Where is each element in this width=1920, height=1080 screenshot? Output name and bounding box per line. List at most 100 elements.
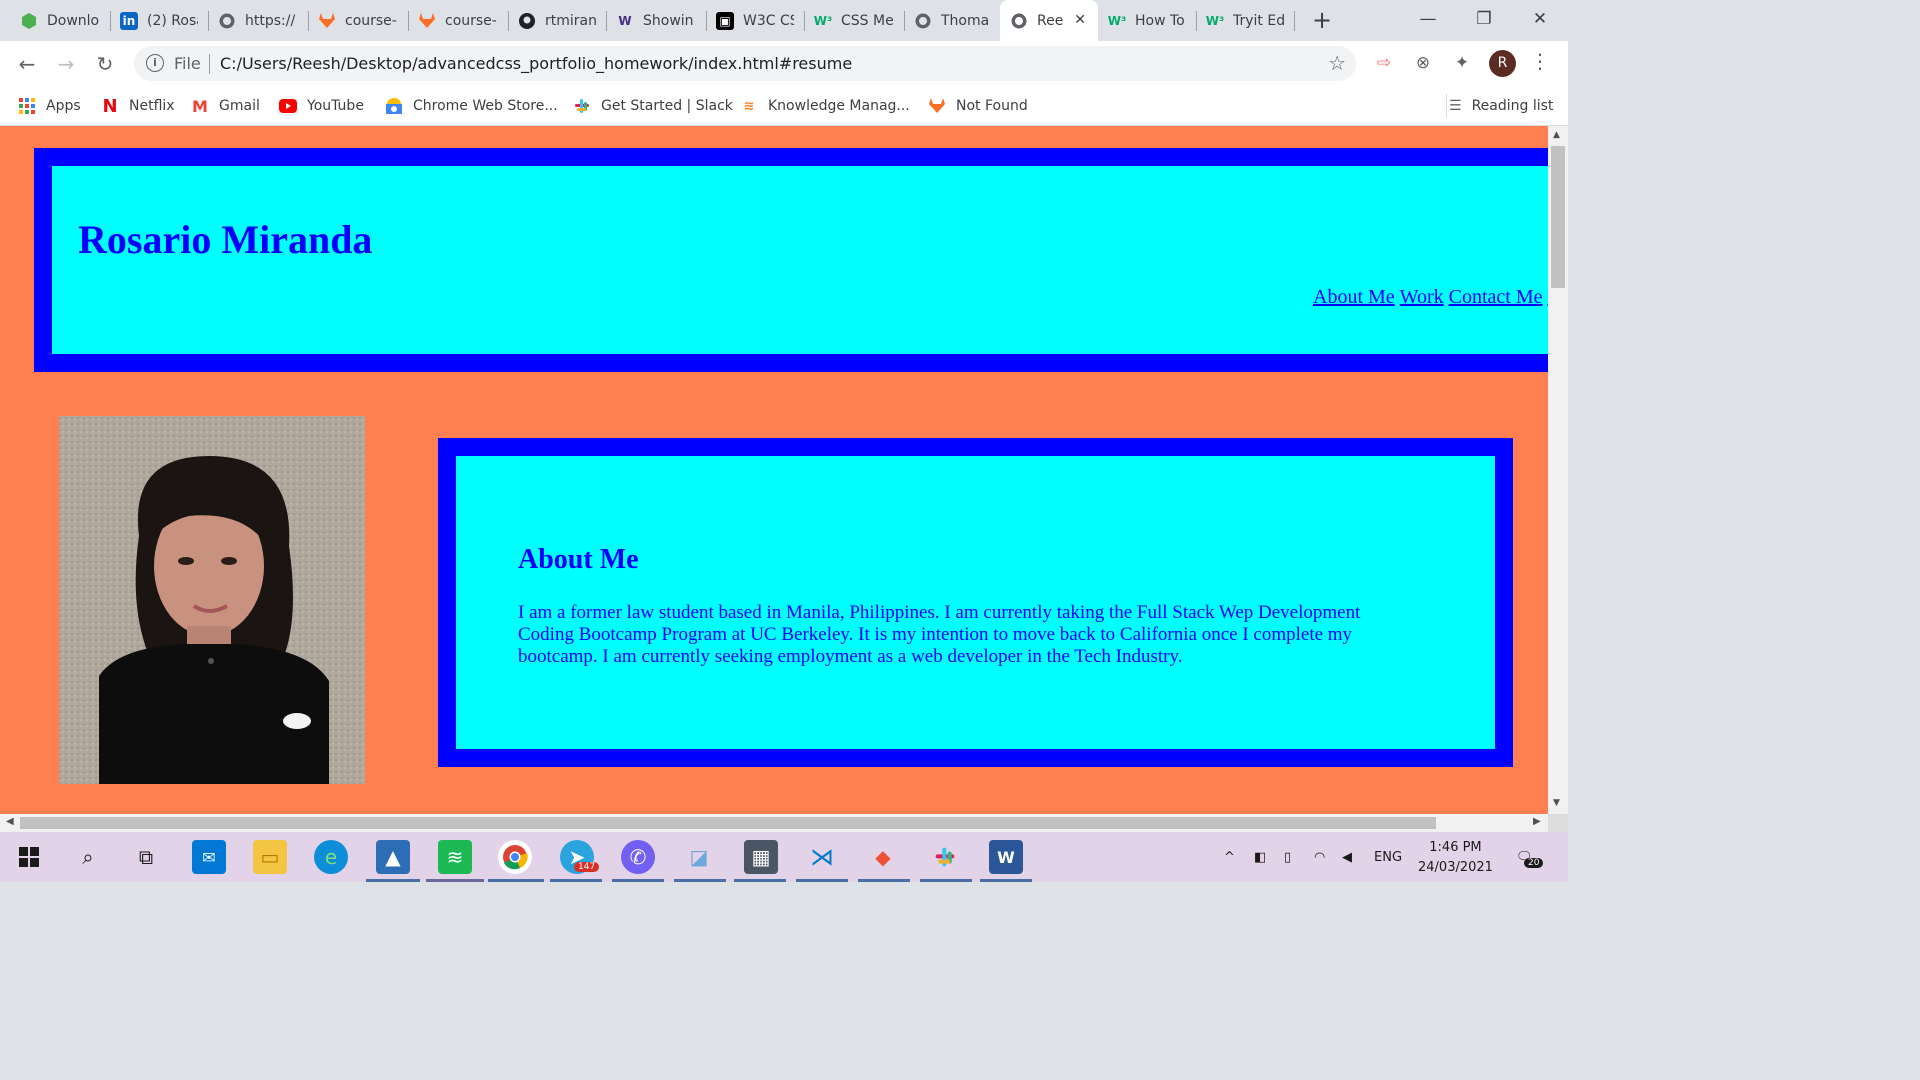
scrollbar-thumb[interactable] <box>1551 146 1565 288</box>
nav-link-work[interactable]: Work <box>1400 286 1444 308</box>
forward-button[interactable]: → <box>51 49 81 79</box>
address-url[interactable]: C:/Users/Reesh/Desktop/advancedcss_portf… <box>220 54 852 73</box>
scrollbar-thumb[interactable] <box>20 817 1436 829</box>
profile-avatar[interactable]: R <box>1489 50 1516 77</box>
taskbar: ⌕ ⧉ ✉ ▭ e ▲ ≋ ➤ 147 ✆ ◪ ▦ ⋊ ◆ W ^ ◧ ▯ ◠ … <box>0 832 1568 882</box>
search-icon[interactable]: ⌕ <box>71 840 105 874</box>
battery-icon[interactable]: ▯ <box>1284 832 1291 882</box>
bookmark-apps[interactable]: Apps <box>18 94 81 118</box>
restore-button[interactable]: ❐ <box>1456 0 1512 41</box>
address-scheme: File <box>174 54 201 73</box>
extension-icon[interactable]: ⊗ <box>1411 51 1435 75</box>
notepad-icon[interactable]: ◪ <box>682 840 716 874</box>
task-view-icon[interactable]: ⧉ <box>129 840 163 874</box>
extension-icon[interactable]: ⇨ <box>1372 51 1396 75</box>
word-icon[interactable]: W <box>989 840 1023 874</box>
globe-icon <box>218 12 236 30</box>
minimize-button[interactable]: — <box>1400 0 1456 41</box>
slack-icon[interactable] <box>928 840 962 874</box>
bookmark-youtube[interactable]: YouTube <box>279 94 364 118</box>
star-icon[interactable]: ☆ <box>1328 51 1346 75</box>
bookmark-chrome-web-store[interactable]: Chrome Web Store... <box>385 94 558 118</box>
w3schools-icon: W³ <box>813 13 833 28</box>
bookmark-netflix[interactable]: N Netflix <box>101 94 174 118</box>
tab-strip: Downlo in (2) Rosa https:// course- cour… <box>0 0 1568 41</box>
tab-label: (2) Rosa <box>147 12 198 29</box>
calculator-icon[interactable]: ▦ <box>744 840 778 874</box>
tab[interactable]: rtmiran <box>508 0 606 41</box>
show-hidden-icons[interactable]: ^ <box>1224 832 1235 882</box>
tab[interactable]: W Showin <box>606 0 706 41</box>
bookmark-not-found[interactable]: Not Found <box>928 94 1028 118</box>
photos-icon[interactable]: ▲ <box>376 840 410 874</box>
globe-icon <box>914 12 932 30</box>
edge-icon[interactable]: e <box>314 840 348 874</box>
viber-icon[interactable]: ✆ <box>621 840 655 874</box>
clock[interactable]: 1:46 PM 24/03/2021 <box>1418 838 1493 878</box>
notification-icon[interactable]: 🗨 <box>1516 832 1533 882</box>
telegram-badge: 147 <box>574 862 600 872</box>
tab-label: Tryit Ed <box>1233 12 1284 29</box>
tab[interactable]: W³ Tryit Ed <box>1196 0 1294 41</box>
volume-icon[interactable]: ◀ <box>1342 832 1352 882</box>
bookmark-slack[interactable]: Get Started | Slack <box>573 94 733 118</box>
tab[interactable]: course- <box>408 0 508 41</box>
tab[interactable]: Downlo <box>10 0 110 41</box>
bookmark-knowledge[interactable]: ≋ Knowledge Manag... <box>740 94 910 118</box>
gitlab-icon <box>418 12 436 30</box>
puzzle-icon[interactable]: ✦ <box>1450 51 1474 75</box>
nav-link-contact[interactable]: Contact Me <box>1449 286 1543 308</box>
close-icon[interactable]: ✕ <box>1074 12 1086 28</box>
language-indicator[interactable]: ENG <box>1374 832 1402 882</box>
git-icon[interactable]: ◆ <box>866 840 900 874</box>
bookmark-label: Apps <box>46 98 81 114</box>
header: Rosario Miranda About MeWorkContact MeR <box>52 166 1548 354</box>
meet-now-icon[interactable]: ◧ <box>1254 832 1266 882</box>
reading-list-button[interactable]: ☰ Reading list <box>1446 94 1553 118</box>
spotify-icon[interactable]: ≋ <box>438 840 472 874</box>
bookmark-gmail[interactable]: M Gmail <box>191 94 260 118</box>
header-border: Rosario Miranda About MeWorkContact MeR <box>34 148 1548 372</box>
w3schools-icon: W³ <box>1107 13 1127 28</box>
tab-label: course- <box>445 12 497 29</box>
chrome-icon[interactable] <box>498 840 532 874</box>
tab[interactable]: Thomas <box>904 0 1000 41</box>
vertical-scrollbar[interactable]: ▲ ▼ <box>1548 126 1568 814</box>
tab[interactable]: W³ CSS Me <box>804 0 904 41</box>
tab[interactable]: ▣ W3C CS <box>706 0 804 41</box>
close-window-button[interactable]: ✕ <box>1512 0 1568 41</box>
uw-icon: W <box>618 13 632 28</box>
active-app-indicator <box>734 879 786 882</box>
tab[interactable]: W³ How To <box>1098 0 1196 41</box>
address-bar[interactable]: i File C:/Users/Reesh/Desktop/advancedcs… <box>134 46 1356 81</box>
vscode-icon[interactable]: ⋊ <box>805 840 839 874</box>
scroll-down-arrow-icon[interactable]: ▼ <box>1553 798 1560 808</box>
tab-label: Downlo <box>47 12 100 29</box>
active-app-indicator <box>550 879 602 882</box>
back-button[interactable]: ← <box>12 49 42 79</box>
w3schools-icon: W³ <box>1205 13 1225 28</box>
tab-label: rtmiran <box>545 12 596 29</box>
reload-button[interactable]: ↻ <box>90 49 120 79</box>
tab-active[interactable]: Ree ✕ <box>1000 0 1098 41</box>
clock-time: 1:46 PM <box>1429 840 1482 855</box>
active-app-indicator <box>426 879 484 882</box>
nav-link-about[interactable]: About Me <box>1313 286 1395 308</box>
scroll-left-arrow-icon[interactable]: ◀ <box>6 816 14 827</box>
horizontal-scrollbar[interactable]: ◀ ▶ <box>0 814 1548 832</box>
start-icon[interactable] <box>12 840 46 874</box>
scroll-right-arrow-icon[interactable]: ▶ <box>1533 816 1541 827</box>
bookmark-label: Get Started | Slack <box>601 98 733 114</box>
page-viewport: Rosario Miranda About MeWorkContact MeR <box>0 126 1548 814</box>
clock-date: 24/03/2021 <box>1418 860 1493 875</box>
tab[interactable]: https:// <box>208 0 308 41</box>
info-icon[interactable]: i <box>146 54 164 72</box>
menu-icon[interactable]: ⋮ <box>1530 49 1550 73</box>
wifi-icon[interactable]: ◠ <box>1314 832 1325 882</box>
new-tab-button[interactable]: + <box>1308 6 1336 34</box>
mail-icon[interactable]: ✉ <box>192 840 226 874</box>
tab[interactable]: in (2) Rosa <box>110 0 208 41</box>
scroll-up-arrow-icon[interactable]: ▲ <box>1553 130 1560 140</box>
tab[interactable]: course- <box>308 0 408 41</box>
file-explorer-icon[interactable]: ▭ <box>253 840 287 874</box>
